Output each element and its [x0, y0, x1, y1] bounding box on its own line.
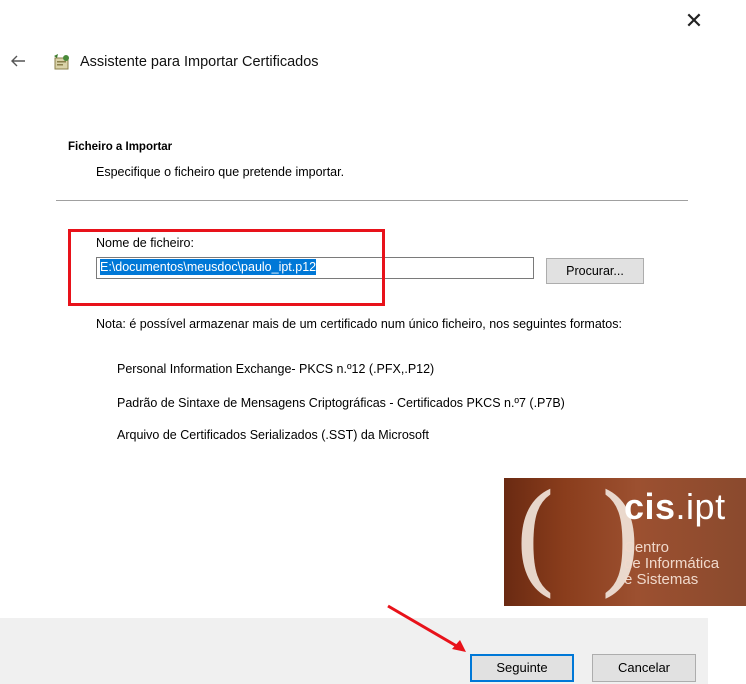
section-subtitle: Especifique o ficheiro que pretende impo…: [96, 165, 345, 179]
close-icon[interactable]: ✕: [683, 10, 705, 32]
back-arrow-icon[interactable]: [9, 52, 27, 70]
browse-button[interactable]: Procurar...: [546, 258, 644, 284]
format-item: Padrão de Sintaxe de Mensagens Criptográ…: [117, 396, 565, 410]
wizard-title: Assistente para Importar Certificados: [80, 54, 319, 70]
cancel-button[interactable]: Cancelar: [592, 654, 696, 682]
next-button[interactable]: Seguinte: [470, 654, 574, 682]
format-item: Arquivo de Certificados Serializados (.S…: [117, 428, 429, 442]
section-title: Ficheiro a Importar: [68, 141, 173, 153]
logo-brand: cis.ipt: [624, 486, 726, 527]
separator: [56, 200, 688, 201]
certificate-wizard-icon: [52, 52, 72, 72]
logo-line: Centro: [624, 539, 670, 556]
annotation-arrow: [387, 604, 466, 652]
note-text: Nota: é possível armazenar mais de um ce…: [96, 317, 622, 331]
cis-ipt-logo: ( ) cis.ipt Centro de Informática e Sist…: [504, 478, 746, 606]
logo-line: de Informática: [624, 555, 720, 572]
logo-line: e Sistemas: [624, 571, 699, 588]
format-item: Personal Information Exchange- PKCS n.º1…: [117, 362, 435, 376]
highlight-annotation: [68, 229, 385, 306]
